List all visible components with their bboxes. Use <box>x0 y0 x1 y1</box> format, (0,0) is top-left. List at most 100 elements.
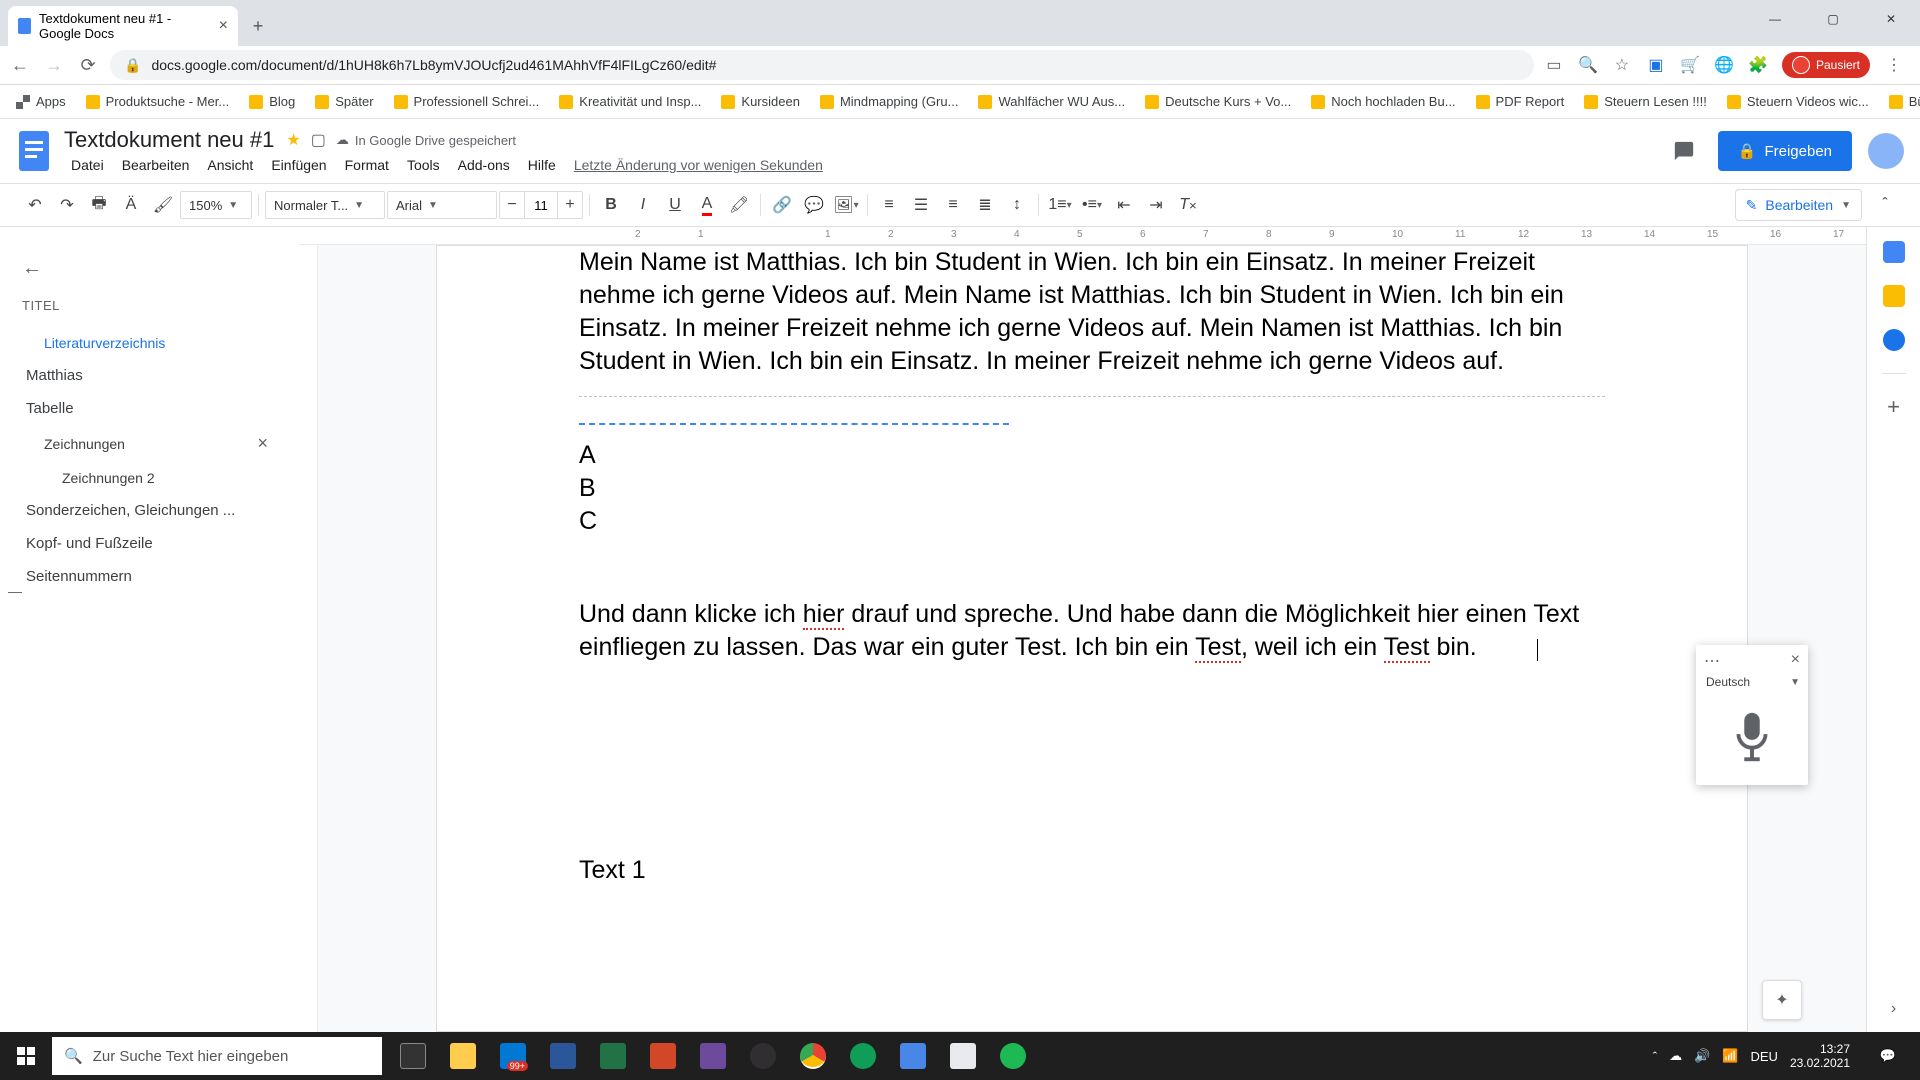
chrome-taskbar-icon[interactable] <box>788 1032 838 1080</box>
highlight-button[interactable]: 🖍 <box>724 190 754 220</box>
document-paragraph[interactable]: Mein Name ist Matthias. Ich bin Student … <box>579 246 1605 378</box>
horizontal-ruler[interactable]: 2 1 1 2 3 4 5 6 7 8 9 10 11 12 13 14 15 … <box>300 227 1866 245</box>
bookmark-item[interactable]: Steuern Lesen !!!! <box>1576 90 1715 113</box>
italic-button[interactable]: I <box>628 190 658 220</box>
share-button[interactable]: 🔒 Freigeben <box>1718 131 1852 171</box>
puzzle-icon[interactable]: 🧩 <box>1748 55 1768 75</box>
menu-datei[interactable]: Datei <box>64 155 111 175</box>
spell-error[interactable]: hier <box>803 600 845 630</box>
spell-error[interactable]: Test <box>1195 633 1241 663</box>
notifications-button[interactable]: 💬 <box>1866 1032 1910 1080</box>
indent-increase-button[interactable]: ⇥ <box>1141 190 1171 220</box>
address-bar[interactable]: 🔒 docs.google.com/document/d/1hUH8k6h7Lb… <box>110 50 1534 80</box>
bookmark-item[interactable]: PDF Report <box>1468 90 1573 113</box>
bookmark-item[interactable]: Wahlfächer WU Aus... <box>970 90 1133 113</box>
outline-item[interactable]: Matthias <box>22 359 288 392</box>
wifi-tray-icon[interactable]: 📶 <box>1722 1048 1738 1064</box>
reader-icon[interactable]: ▣ <box>1646 55 1666 75</box>
voice-close-icon[interactable]: × <box>1791 651 1800 671</box>
browser-tab[interactable]: Textdokument neu #1 - Google Docs × <box>8 6 238 46</box>
voice-language-select[interactable]: Deutsch ▼ <box>1696 673 1808 695</box>
outline-remove-icon[interactable]: × <box>257 433 284 454</box>
spellcheck-button[interactable]: Ä <box>116 190 146 220</box>
app2-taskbar-icon[interactable] <box>888 1032 938 1080</box>
bookmark-item[interactable]: Steuern Videos wic... <box>1719 90 1877 113</box>
comment-insert-button[interactable]: 💬 <box>799 190 829 220</box>
profile-paused-badge[interactable]: Pausiert <box>1782 52 1870 78</box>
document-line[interactable]: B <box>579 472 1605 505</box>
document-paragraph[interactable]: Und dann klicke ich hier drauf und sprec… <box>579 598 1605 664</box>
undo-button[interactable]: ↶ <box>20 190 50 220</box>
add-addon-button[interactable]: + <box>1883 396 1905 418</box>
minimize-button[interactable]: — <box>1746 0 1804 38</box>
onedrive-tray-icon[interactable]: ☁ <box>1669 1048 1682 1064</box>
volume-tray-icon[interactable]: 🔊 <box>1694 1048 1710 1064</box>
outline-item[interactable]: Sonderzeichen, Gleichungen ... <box>22 494 288 527</box>
outline-item[interactable]: Zeichnungen× <box>22 425 288 462</box>
collapse-toolbar-button[interactable]: ˆ <box>1870 190 1900 220</box>
menu-tools[interactable]: Tools <box>400 155 447 175</box>
close-tab-icon[interactable]: × <box>219 17 228 35</box>
align-center-button[interactable]: ☰ <box>906 190 936 220</box>
menu-format[interactable]: Format <box>338 155 396 175</box>
voice-typing-widget[interactable]: ⋯ × Deutsch ▼ <box>1696 645 1808 785</box>
bookmark-item[interactable]: Büro <box>1881 90 1920 113</box>
outline-back-button[interactable]: ← <box>22 257 42 280</box>
align-right-button[interactable]: ≡ <box>938 190 968 220</box>
bookmark-item[interactable]: Produktsuche - Mer... <box>78 90 238 113</box>
bookmark-item[interactable]: Später <box>307 90 381 113</box>
edge-taskbar-icon[interactable]: 99+ <box>488 1032 538 1080</box>
docs-logo-icon[interactable] <box>16 133 52 169</box>
bookmark-item[interactable]: Kursideen <box>713 90 808 113</box>
paragraph-style-select[interactable]: Normaler T...▼ <box>265 191 385 219</box>
obs-taskbar-icon[interactable] <box>738 1032 788 1080</box>
menu-bearbeiten[interactable]: Bearbeiten <box>115 155 197 175</box>
font-size-decrease[interactable]: − <box>500 196 524 214</box>
comments-button[interactable] <box>1666 133 1702 169</box>
spotify-taskbar-icon[interactable] <box>988 1032 1038 1080</box>
document-line[interactable]: C <box>579 505 1605 538</box>
align-justify-button[interactable]: ≣ <box>970 190 1000 220</box>
voice-mic-button[interactable] <box>1696 695 1808 785</box>
powerpoint-taskbar-icon[interactable] <box>638 1032 688 1080</box>
task-view-button[interactable] <box>388 1032 438 1080</box>
excel-taskbar-icon[interactable] <box>588 1032 638 1080</box>
last-edit-link[interactable]: Letzte Änderung vor wenigen Sekunden <box>567 155 830 175</box>
font-size-value[interactable]: 11 <box>524 192 558 218</box>
browser-menu-icon[interactable]: ⋮ <box>1884 55 1904 75</box>
cart-ext-icon[interactable]: 🛒 <box>1680 55 1700 75</box>
link-button[interactable]: 🔗 <box>767 190 797 220</box>
account-avatar[interactable] <box>1868 133 1904 169</box>
menu-addons[interactable]: Add-ons <box>451 155 517 175</box>
app-taskbar-icon[interactable] <box>688 1032 738 1080</box>
tray-expand-icon[interactable]: ˆ <box>1653 1049 1657 1064</box>
menu-ansicht[interactable]: Ansicht <box>200 155 260 175</box>
document-paragraph[interactable]: Text 1 <box>579 854 1605 887</box>
apps-bookmark[interactable]: Apps <box>8 90 74 113</box>
spell-error[interactable]: Test <box>1384 633 1430 663</box>
indent-decrease-button[interactable]: ⇤ <box>1109 190 1139 220</box>
voice-menu-icon[interactable]: ⋯ <box>1704 651 1720 671</box>
outline-item[interactable]: Seitennummern <box>22 560 288 593</box>
globe-ext-icon[interactable]: 🌐 <box>1714 55 1734 75</box>
clear-format-button[interactable]: T× <box>1173 190 1203 220</box>
outline-item[interactable]: Tabelle <box>22 392 288 425</box>
zoom-select[interactable]: 150%▼ <box>180 191 252 219</box>
zoom-icon[interactable]: 🔍 <box>1578 55 1598 75</box>
document-page[interactable]: Mein Name ist Matthias. Ich bin Student … <box>436 245 1748 1032</box>
word-taskbar-icon[interactable] <box>538 1032 588 1080</box>
move-icon[interactable]: ▢ <box>311 130 326 150</box>
numbered-list-button[interactable]: 1≡▾ <box>1045 190 1075 220</box>
font-select[interactable]: Arial▼ <box>387 191 497 219</box>
calendar-addon-icon[interactable] <box>1883 241 1905 263</box>
keep-addon-icon[interactable] <box>1883 285 1905 307</box>
underline-button[interactable]: U <box>660 190 690 220</box>
text-color-button[interactable]: A <box>692 190 722 220</box>
tasks-addon-icon[interactable] <box>1883 329 1905 351</box>
star-icon[interactable]: ★ <box>286 130 300 150</box>
start-button[interactable] <box>0 1032 52 1080</box>
outline-item[interactable]: Zeichnungen 2 <box>22 462 288 494</box>
forward-button[interactable]: → <box>42 53 66 77</box>
maximize-button[interactable]: ▢ <box>1804 0 1862 38</box>
editing-mode-select[interactable]: ✎ Bearbeiten ▼ <box>1735 189 1862 221</box>
